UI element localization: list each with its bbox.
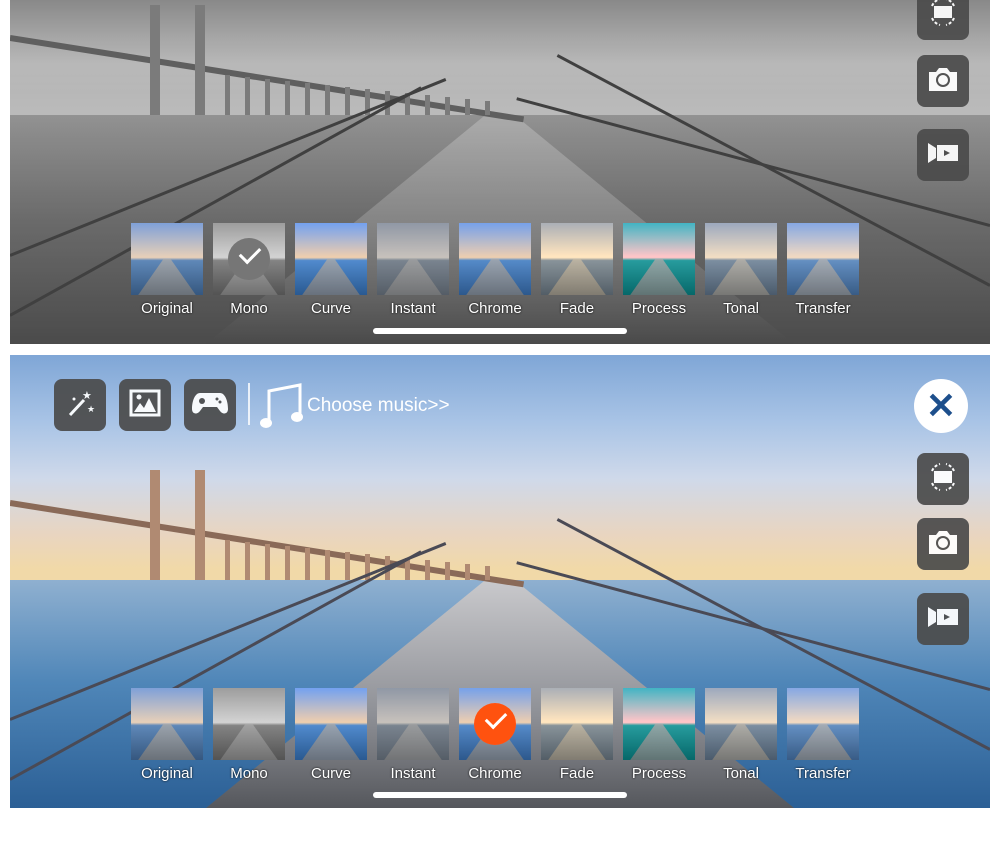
camera-button[interactable] [917, 518, 969, 570]
filter-label: Instant [390, 300, 436, 317]
video-camera-icon [926, 140, 960, 171]
filter-label: Instant [390, 765, 436, 782]
filter-label: Fade [559, 765, 595, 782]
filter-thumbnail-curve[interactable] [295, 688, 367, 760]
filter-thumbnail-curve[interactable] [295, 223, 367, 295]
filter-thumbnail-tonal[interactable] [705, 223, 777, 295]
gamepad-button[interactable] [184, 379, 236, 431]
choose-music-link[interactable]: Choose music>> [307, 395, 450, 417]
camera-button[interactable] [917, 55, 969, 107]
filter-thumbnail-process[interactable] [623, 688, 695, 760]
image-icon [129, 389, 161, 422]
filter-label: Chrome [468, 300, 522, 317]
magic-wand-button[interactable]: ★ ★ [54, 379, 106, 431]
rotate-screen-button[interactable] [917, 0, 969, 40]
filter-label: Fade [559, 300, 595, 317]
filter-label: Process [631, 765, 687, 782]
camera-icon [926, 64, 960, 99]
close-icon: ✕ [925, 385, 957, 426]
rotate-screen-icon [927, 461, 959, 498]
filter-label: Curve [310, 300, 351, 317]
filter-thumbnail-chrome[interactable] [459, 223, 531, 295]
selected-check-icon [228, 238, 270, 280]
magic-wand-icon: ★ ★ [64, 387, 96, 424]
filter-label: Curve [310, 765, 351, 782]
rotate-screen-icon [927, 0, 959, 33]
filter-thumbnail-mono[interactable] [213, 223, 285, 295]
filter-thumbnail-fade[interactable] [541, 688, 613, 760]
filter-label: Original [141, 765, 193, 782]
music-note-icon[interactable] [260, 381, 304, 434]
selected-check-icon [474, 703, 516, 745]
svg-text:★: ★ [87, 404, 95, 414]
filter-thumbnail-tonal[interactable] [705, 688, 777, 760]
video-camera-icon [926, 604, 960, 635]
filter-label: Mono [230, 300, 268, 317]
filter-thumbnail-transfer[interactable] [787, 223, 859, 295]
image-button[interactable] [119, 379, 171, 431]
svg-text:★: ★ [82, 390, 92, 402]
rotate-screen-button[interactable] [917, 453, 969, 505]
filter-label: Transfer [795, 300, 851, 317]
toolbar-divider [248, 383, 250, 425]
home-indicator[interactable] [373, 792, 627, 798]
filter-thumbnail-transfer[interactable] [787, 688, 859, 760]
chrome-preview-panel: Original Mono Curve Instant Chrome Fade Proces… [10, 355, 990, 808]
video-camera-button[interactable] [917, 593, 969, 645]
filter-thumbnail-chrome[interactable] [459, 688, 531, 760]
filter-label: Transfer [795, 765, 851, 782]
filter-thumbnail-fade[interactable] [541, 223, 613, 295]
mono-preview-panel: Original Mono Curve Instant Chrome Fade Proces… [10, 0, 990, 344]
filter-label: Original [141, 300, 193, 317]
video-camera-button[interactable] [917, 129, 969, 181]
home-indicator[interactable] [373, 328, 627, 334]
filter-thumbnail-instant[interactable] [377, 223, 449, 295]
filter-thumbnail-process[interactable] [623, 223, 695, 295]
filter-label: Tonal [723, 300, 759, 317]
camera-icon [926, 527, 960, 562]
filter-thumbnail-original[interactable] [131, 688, 203, 760]
close-button[interactable]: ✕ [914, 379, 968, 433]
filter-thumbnail-original[interactable] [131, 223, 203, 295]
filter-label: Mono [230, 765, 268, 782]
filter-label: Tonal [723, 765, 759, 782]
filter-label: Process [631, 300, 687, 317]
filter-thumbnail-instant[interactable] [377, 688, 449, 760]
filter-thumbnail-mono[interactable] [213, 688, 285, 760]
filter-label: Chrome [468, 765, 522, 782]
gamepad-icon [192, 391, 228, 420]
